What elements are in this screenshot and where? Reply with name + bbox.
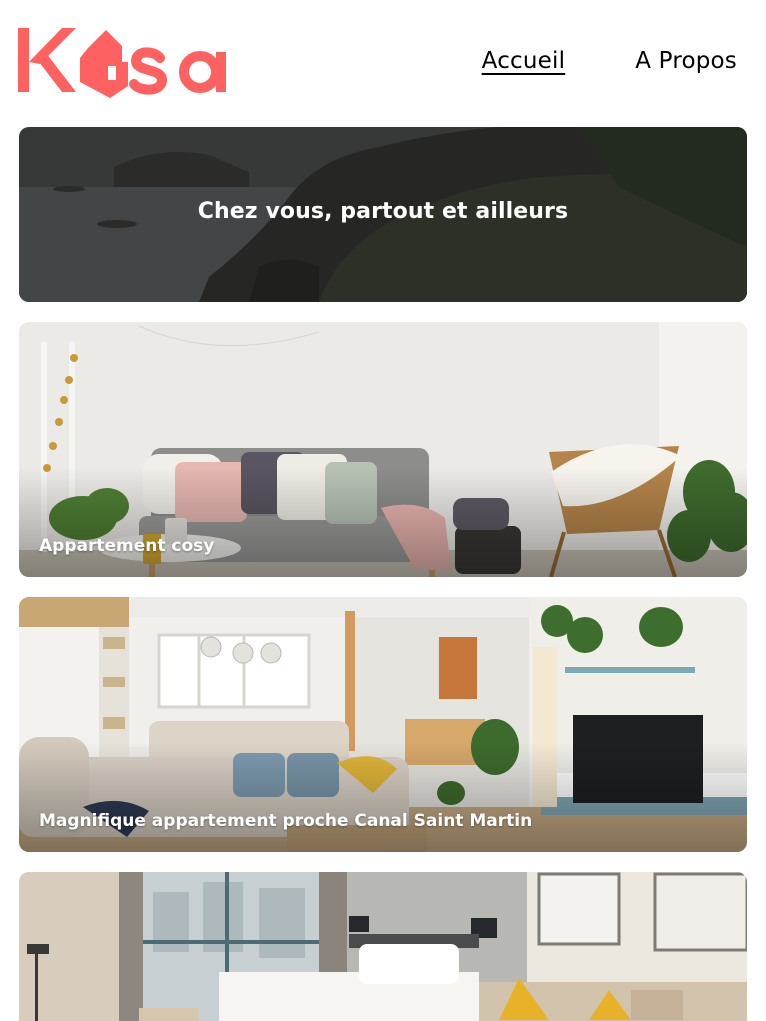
card-overlay xyxy=(19,742,747,852)
nav-link-about[interactable]: A Propos xyxy=(635,48,737,74)
nav-link-home[interactable]: Accueil xyxy=(482,48,566,74)
card-overlay xyxy=(19,467,747,577)
listing-title: Magnifique appartement proche Canal Sain… xyxy=(39,811,533,831)
banner-title: Chez vous, partout et ailleurs xyxy=(197,199,569,224)
page: Accueil A Propos Chez vous, partout et a… xyxy=(0,0,766,1021)
listing-image xyxy=(19,872,747,1021)
main-nav: Accueil A Propos xyxy=(482,48,737,74)
listing-card[interactable]: Magnifique appartement proche Canal Sain… xyxy=(19,597,747,852)
listing-card[interactable] xyxy=(19,872,747,1021)
listing-title: Appartement cosy xyxy=(39,536,215,556)
listing-card[interactable]: Appartement cosy xyxy=(19,322,747,577)
kasa-logo[interactable] xyxy=(18,26,233,98)
hero-banner: Chez vous, partout et ailleurs xyxy=(19,127,747,302)
kasa-logo-icon xyxy=(18,28,226,98)
header: Accueil A Propos xyxy=(0,0,766,127)
